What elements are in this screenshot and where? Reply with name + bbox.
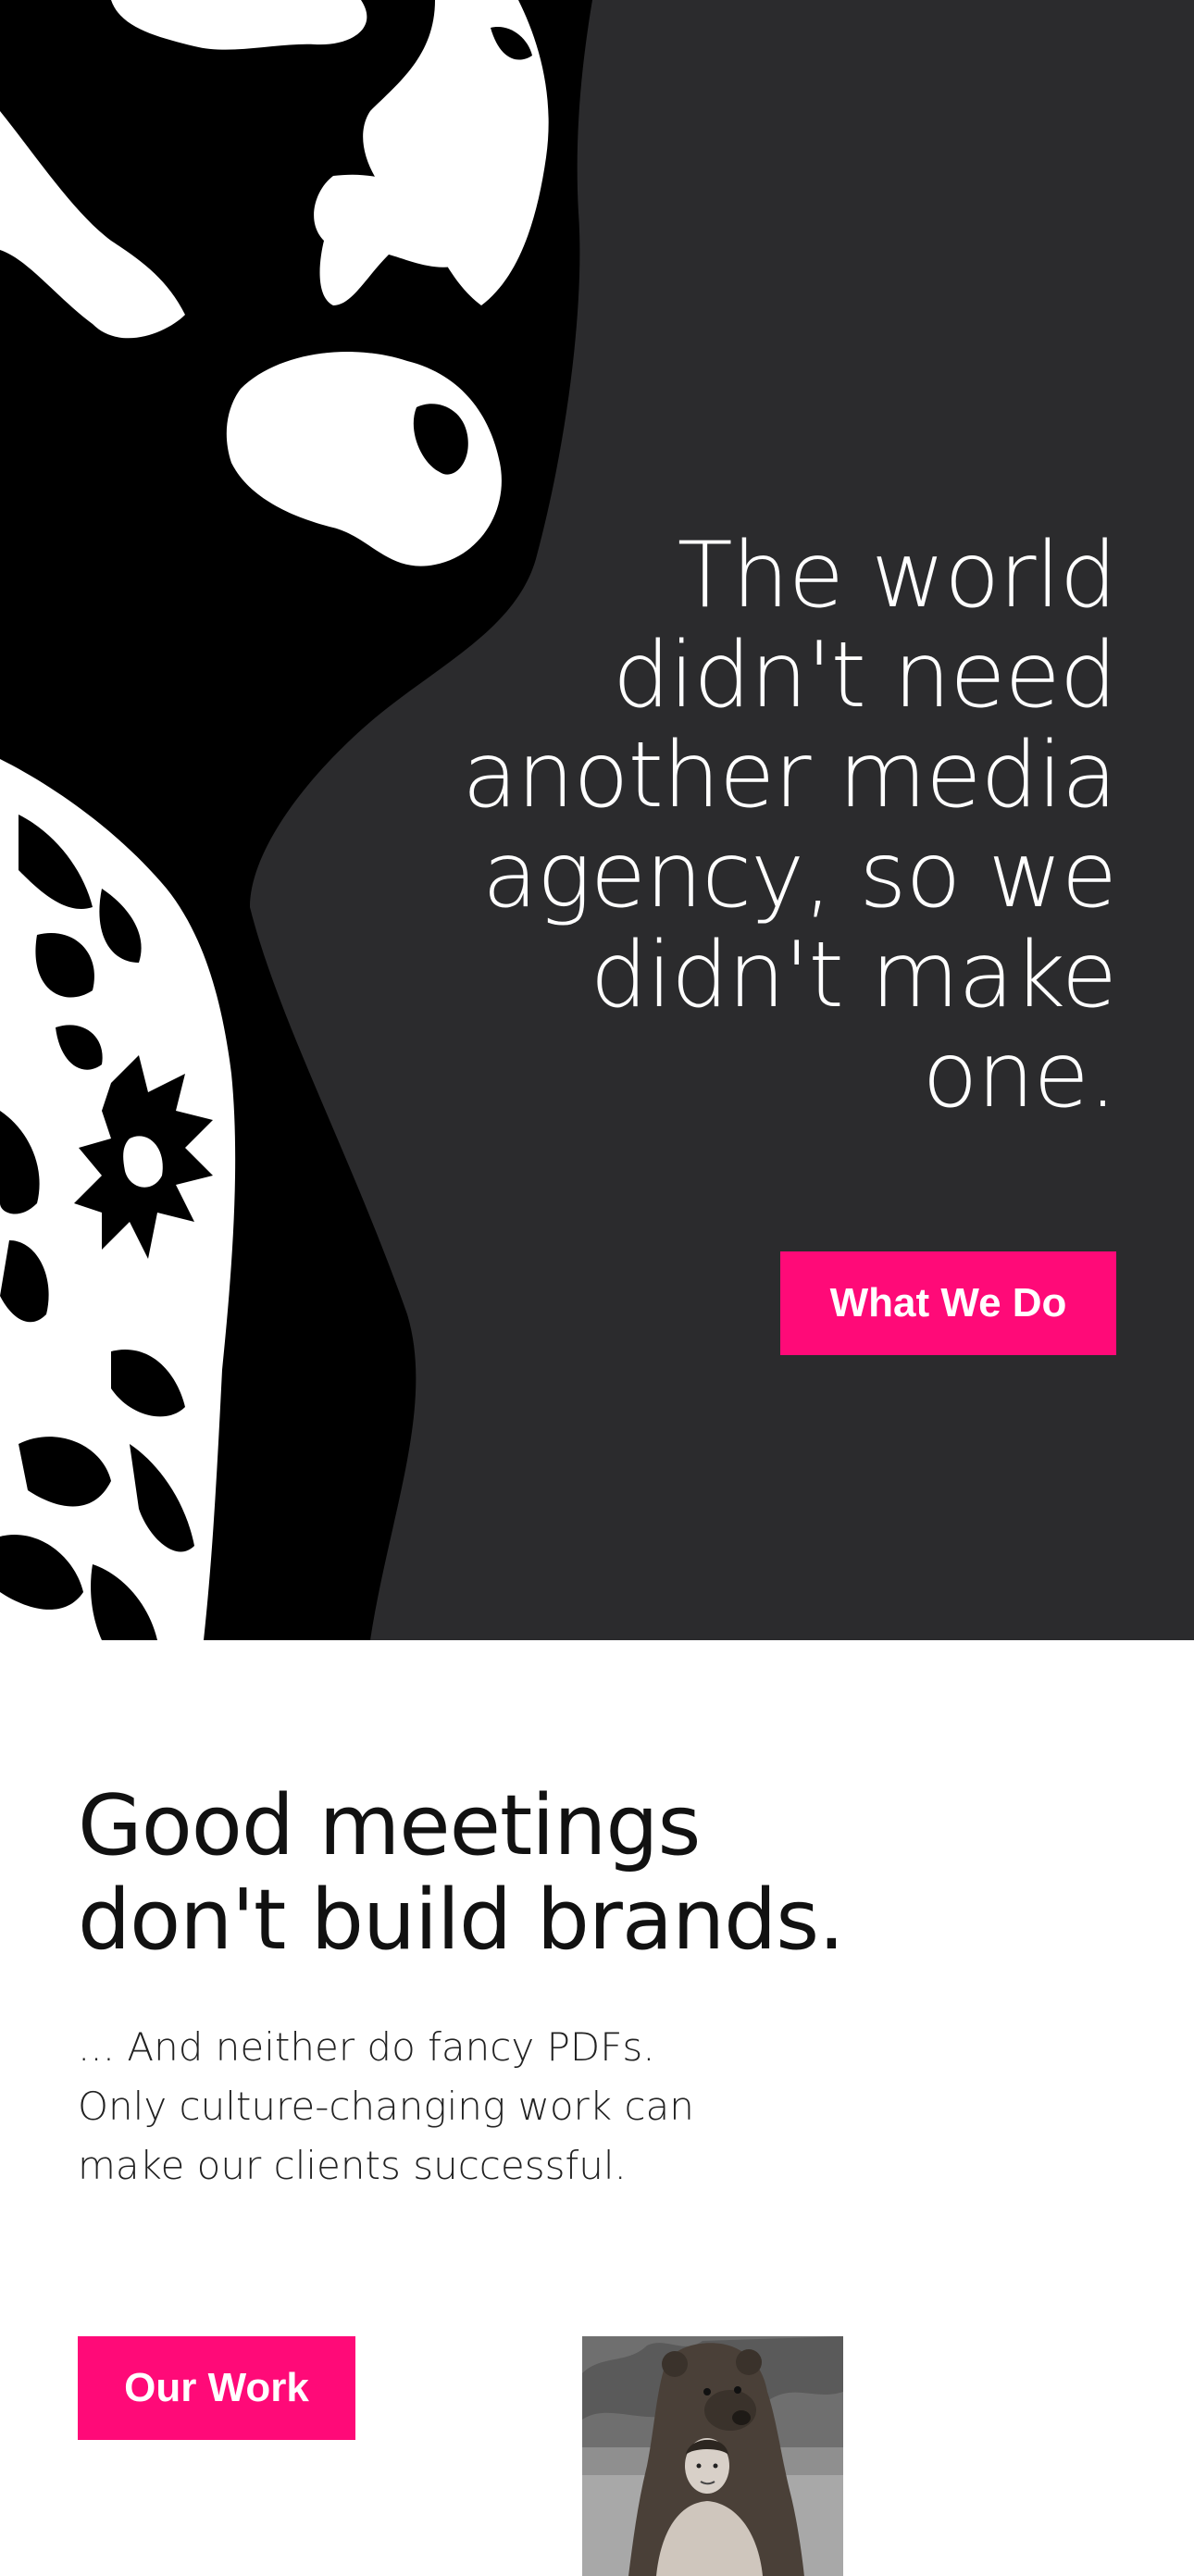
body-line: Only culture-changing work can (78, 2084, 694, 2129)
section-heading-line: don't build brands. (78, 1872, 845, 1969)
body-line: make our clients successful. (78, 2143, 627, 2188)
hero-section: The world didn't need another media agen… (0, 0, 1194, 1640)
hero-headline: The world didn't need another media agen… (413, 523, 1117, 1128)
hero-headline-line: agency, so we (481, 823, 1117, 928)
man-with-bear-photo (582, 2336, 843, 2576)
hero-headline-line: didn't need (612, 623, 1117, 728)
section-body-text: ... And neither do fancy PDFs. Only cult… (78, 2018, 781, 2196)
hero-headline-line: another media (462, 723, 1117, 828)
hero-headline-line: one. (922, 1023, 1117, 1128)
section-heading-line: Good meetings (78, 1777, 701, 1874)
section-heading: Good meetings don't build brands. (78, 1779, 1003, 1968)
hero-headline-line: didn't make (590, 923, 1117, 1028)
body-line: ... And neither do fancy PDFs. (78, 2024, 655, 2070)
what-we-do-button[interactable]: What We Do (780, 1251, 1116, 1355)
hero-headline-line: The world (677, 523, 1117, 628)
man-with-bear-thumbnail[interactable] (582, 2336, 843, 2576)
our-work-button[interactable]: Our Work (78, 2336, 355, 2440)
